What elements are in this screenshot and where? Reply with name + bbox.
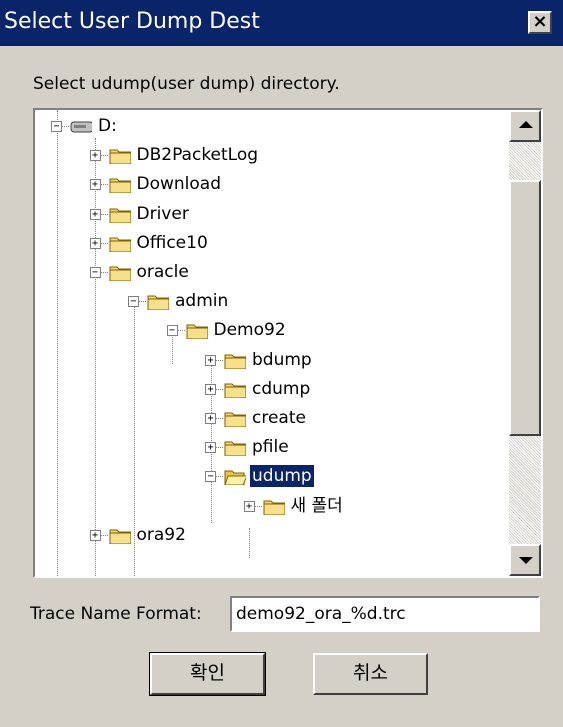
expand-icon[interactable]: + [205,384,216,395]
expand-icon[interactable]: + [89,530,101,541]
tree-item-label[interactable]: cdump [250,378,312,400]
folder-icon [109,178,131,193]
expand-icon[interactable]: + [89,179,101,190]
drive-icon [70,121,92,133]
scroll-up-button[interactable] [509,110,541,142]
folder-icon [224,354,246,369]
collapse-icon[interactable]: − [128,296,139,307]
tree-item-label[interactable]: pfile [250,436,291,458]
tree-item-label[interactable]: admin [173,290,230,312]
close-icon: × [532,11,548,32]
expand-icon[interactable]: + [89,209,101,220]
collapse-icon[interactable]: − [89,267,101,278]
tree-item-label[interactable]: DB2PacketLog [135,144,261,166]
tree-item-label[interactable]: Office10 [135,232,210,254]
folder-icon [109,208,131,223]
tree-item-label[interactable]: oracle [135,261,191,283]
tree-item-label[interactable]: bdump [250,349,314,371]
collapse-icon[interactable]: − [51,121,62,132]
folder-icon [109,149,131,164]
expand-icon[interactable]: + [205,442,216,453]
expand-icon[interactable]: + [89,238,101,249]
folder-icon [186,324,208,339]
tree-item-label[interactable]: Demo92 [212,319,288,341]
ok-button[interactable]: 확인 [149,652,266,696]
expand-icon[interactable]: + [89,150,101,161]
trace-name-format-input[interactable] [230,596,540,632]
title-bar[interactable]: Select User Dump Dest × [0,0,563,46]
scroll-down-arrow-icon [519,557,533,564]
collapse-icon[interactable]: − [166,325,178,336]
collapse-icon[interactable]: − [205,471,216,482]
prompt-text: Select udump(user dump) directory. [33,74,340,94]
folder-icon [224,383,246,398]
folder-icon [147,295,169,310]
expand-icon[interactable]: + [205,413,216,424]
tree-item-label[interactable]: Driver [135,203,191,225]
tree-connector [172,334,173,364]
tree-connector [249,528,250,558]
tree-item-label[interactable]: create [250,407,308,429]
folder-icon [109,529,131,544]
tree-connector [95,138,96,576]
expand-icon[interactable]: + [205,355,216,366]
close-button[interactable]: × [528,11,552,34]
window-title: Select User Dump Dest [4,9,260,34]
folder-icon [109,237,131,252]
tree-item-label[interactable]: udump [249,464,315,488]
tree-item-label[interactable]: ora92 [135,524,188,546]
cancel-button[interactable]: 취소 [313,653,428,695]
tree-item-label[interactable]: Download [135,173,224,195]
folder-icon [263,500,285,515]
folder-icon [224,441,246,456]
tree-item-label[interactable]: 새 폴더 [289,495,345,517]
scroll-down-button[interactable] [509,544,541,576]
open-folder-icon [224,470,246,485]
expand-icon[interactable]: + [243,501,255,512]
tree-connector [57,110,58,576]
vertical-scrollbar[interactable] [509,110,541,576]
folder-icon [109,266,131,281]
scroll-thumb[interactable] [509,180,541,436]
tree-viewport: − D: + DB2PacketLog + Download + Driver + Office1… [35,110,509,576]
tree-item-label[interactable]: D: [96,115,119,137]
directory-tree[interactable]: − D: + DB2PacketLog + Download + Driver + Office1… [33,108,543,578]
scroll-up-arrow-icon [519,121,533,128]
folder-icon [224,412,246,427]
trace-name-format-label: Trace Name Format: [30,604,202,624]
